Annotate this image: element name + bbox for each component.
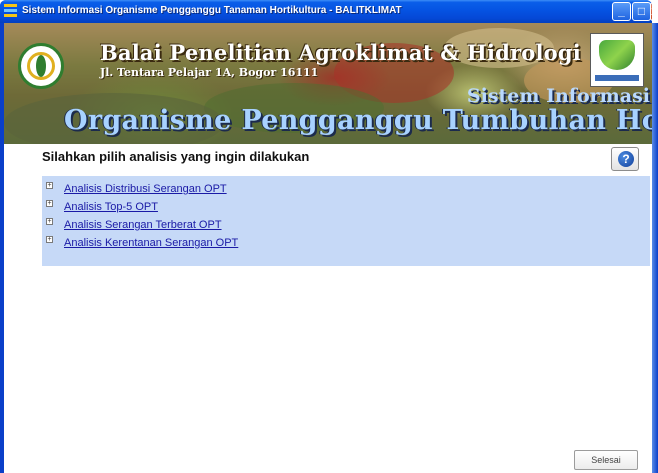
close-icon: x	[651, 4, 652, 18]
maximize-button[interactable]: □	[632, 2, 651, 21]
banner-institution: Balai Penelitian Agroklimat & Hidrologi	[100, 40, 581, 65]
window-title: Sistem Informasi Organisme Pengganggu Ta…	[22, 5, 402, 16]
tree-item-label[interactable]: Analisis Kerentanan Serangan OPT	[64, 237, 238, 249]
tree-item-label[interactable]: Analisis Top-5 OPT	[64, 201, 158, 213]
expand-icon[interactable]: +	[46, 200, 53, 207]
done-button[interactable]: Selesai	[574, 450, 638, 470]
page-heading: Silahkan pilih analisis yang ingin dilak…	[42, 149, 310, 164]
window-border	[652, 23, 658, 473]
question-icon: ?	[618, 151, 634, 167]
minimize-icon: _	[618, 4, 625, 18]
header-banner: Balai Penelitian Agroklimat & Hidrologi …	[4, 23, 652, 144]
close-button[interactable]: x	[650, 2, 652, 21]
tree-item-label[interactable]: Analisis Distribusi Serangan OPT	[64, 183, 227, 195]
expand-icon[interactable]: +	[46, 182, 53, 189]
ministry-logo	[590, 33, 644, 87]
minimize-button[interactable]: _	[612, 2, 631, 21]
institution-logo	[18, 43, 64, 89]
banner-subtitle: Sistem Informasi	[466, 85, 650, 107]
banner-title: Organisme Pengganggu Tumbuhan Hortikultu…	[64, 105, 652, 136]
analysis-tree: + Analisis Distribusi Serangan OPT + Ana…	[42, 176, 650, 266]
title-bar[interactable]: Sistem Informasi Organisme Pengganggu Ta…	[0, 0, 652, 23]
expand-icon[interactable]: +	[46, 218, 53, 225]
maximize-icon: □	[637, 4, 646, 18]
main-form: Balai Penelitian Agroklimat & Hidrologi …	[4, 23, 652, 473]
help-button[interactable]: ?	[611, 147, 639, 171]
banner-address: Jl. Tentara Pelajar 1A, Bogor 16111	[100, 66, 319, 79]
tree-item-label[interactable]: Analisis Serangan Terberat OPT	[64, 219, 222, 231]
app-icon[interactable]	[4, 4, 17, 17]
expand-icon[interactable]: +	[46, 236, 53, 243]
